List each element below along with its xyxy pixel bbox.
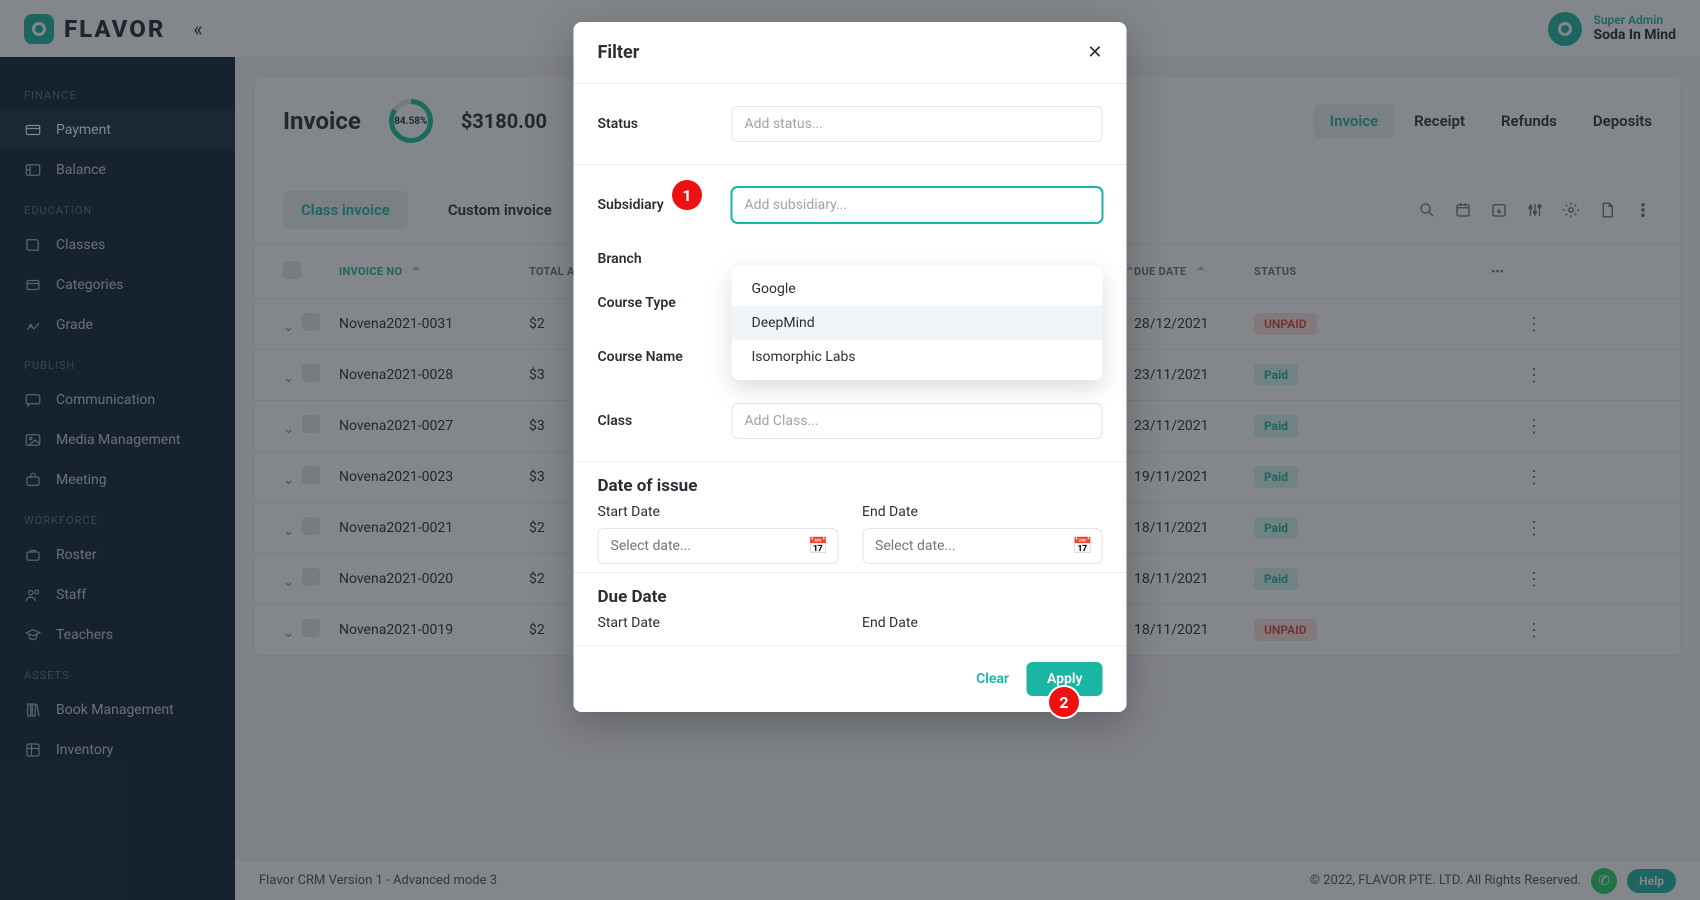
- clear-button[interactable]: Clear: [976, 671, 1009, 687]
- label-branch: Branch: [598, 251, 708, 267]
- section-date-issue: Date of issue: [598, 476, 1103, 496]
- label-course-name: Course Name: [598, 349, 708, 365]
- class-input[interactable]: [732, 403, 1103, 439]
- dropdown-option[interactable]: Google: [732, 272, 1103, 306]
- calendar-icon[interactable]: 📅: [1073, 536, 1093, 555]
- status-input[interactable]: [732, 106, 1103, 142]
- subsidiary-dropdown: GoogleDeepMindIsomorphic Labs: [732, 266, 1103, 380]
- dropdown-option[interactable]: DeepMind: [732, 306, 1103, 340]
- close-icon[interactable]: ✕: [1087, 42, 1102, 63]
- label-due-start: Start Date: [598, 615, 839, 631]
- label-start-date: Start Date: [598, 504, 839, 520]
- modal-title: Filter: [598, 42, 640, 63]
- label-end-date: End Date: [862, 504, 1103, 520]
- subsidiary-input[interactable]: [732, 187, 1103, 223]
- issue-end-input[interactable]: [862, 528, 1103, 564]
- issue-start-input[interactable]: [598, 528, 839, 564]
- label-status: Status: [598, 116, 708, 132]
- section-due-date: Due Date: [598, 587, 1103, 607]
- label-course-type: Course Type: [598, 295, 708, 311]
- annotation-1: 1: [672, 180, 702, 210]
- calendar-icon[interactable]: 📅: [808, 536, 828, 555]
- label-due-end: End Date: [862, 615, 1103, 631]
- dropdown-option[interactable]: Isomorphic Labs: [732, 340, 1103, 374]
- annotation-2: 2: [1049, 687, 1079, 717]
- label-class: Class: [598, 413, 708, 429]
- filter-modal: Filter ✕ Status Subsidiary Branch Course…: [574, 22, 1127, 712]
